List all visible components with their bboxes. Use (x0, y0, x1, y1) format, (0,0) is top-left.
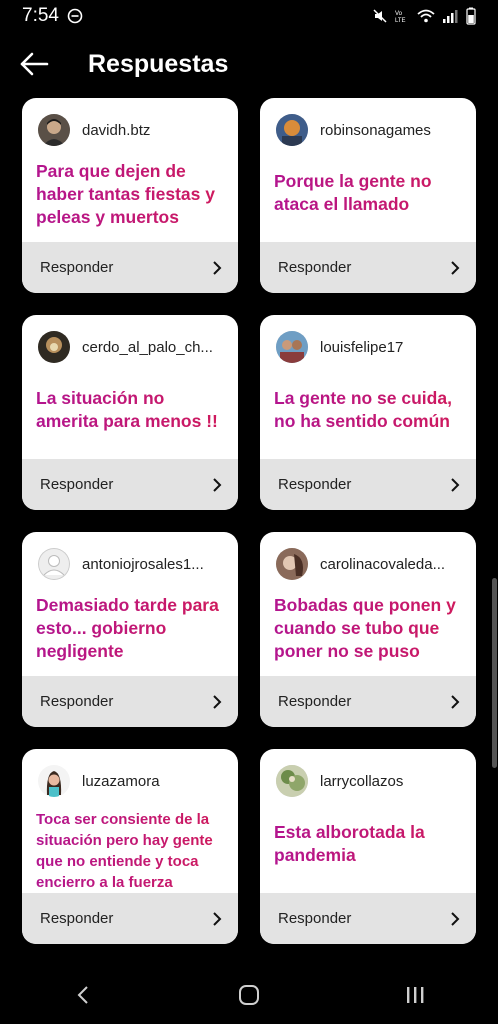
chevron-right-icon (213, 911, 222, 926)
avatar[interactable] (276, 331, 308, 363)
reply-label: Responder (278, 476, 352, 493)
battery-icon (466, 7, 476, 25)
volte-icon: Vo LTE (395, 11, 406, 24)
avatar[interactable] (38, 548, 70, 580)
page-title: Respuestas (88, 50, 229, 78)
response-card: antoniojrosales1... Demasiado tarde para… (22, 532, 238, 727)
reply-button[interactable]: Responder (260, 459, 476, 510)
response-text: La situación no amerita para menos !! (36, 387, 228, 433)
chevron-right-icon (213, 260, 222, 275)
mute-icon (373, 9, 387, 23)
system-nav-bar (0, 966, 498, 1024)
avatar[interactable] (276, 548, 308, 580)
chevron-right-icon (451, 694, 460, 709)
card-user[interactable]: carolinacovaleda... (276, 548, 445, 580)
avatar[interactable] (276, 114, 308, 146)
response-card: carolinacovaleda... Bobadas que ponen y … (260, 532, 476, 727)
reply-button[interactable]: Responder (260, 676, 476, 727)
arrow-left-icon (20, 52, 49, 76)
reply-label: Responder (40, 693, 114, 710)
chevron-right-icon (213, 477, 222, 492)
reply-label: Responder (40, 910, 114, 927)
reply-button[interactable]: Responder (260, 893, 476, 944)
chevron-right-icon (451, 911, 460, 926)
username: carolinacovaleda... (320, 555, 446, 573)
username: louisfelipe17 (320, 338, 404, 356)
response-text: Esta alborotada la pandemia (274, 821, 466, 867)
username: larrycollazos (320, 772, 404, 790)
nav-back-icon (77, 986, 88, 1004)
card-user[interactable]: cerdo_al_palo_ch... (38, 331, 213, 363)
username: antoniojrosales1... (82, 555, 204, 573)
response-text: La gente no se cuida, no ha sentido comú… (274, 387, 466, 433)
nav-home-icon (239, 985, 259, 1005)
username: davidh.btz (82, 121, 151, 139)
reply-button[interactable]: Responder (260, 242, 476, 293)
svg-text:LTE: LTE (395, 18, 406, 24)
do-not-disturb-icon (67, 8, 83, 24)
reply-button[interactable]: Responder (22, 242, 238, 293)
avatar[interactable] (38, 331, 70, 363)
reply-label: Responder (278, 910, 352, 927)
nav-back-button[interactable] (63, 975, 103, 1015)
username: cerdo_al_palo_ch... (82, 338, 213, 356)
response-card: luzazamora Toca ser consiente de la situ… (22, 749, 238, 944)
card-user[interactable]: luzazamora (38, 765, 160, 797)
reply-label: Responder (40, 259, 114, 276)
card-user[interactable]: larrycollazos (276, 765, 403, 797)
response-card: cerdo_al_palo_ch... La situación no amer… (22, 315, 238, 510)
card-user[interactable]: davidh.btz (38, 114, 150, 146)
response-card: robinsonagames Porque la gente no ataca … (260, 98, 476, 293)
reply-button[interactable]: Responder (22, 893, 238, 944)
nav-recents-icon (407, 987, 424, 1003)
card-user[interactable]: robinsonagames (276, 114, 431, 146)
avatar[interactable] (38, 114, 70, 146)
avatar[interactable] (276, 765, 308, 797)
status-time: 7:54 (22, 5, 59, 26)
nav-recents-button[interactable] (395, 975, 435, 1015)
reply-button[interactable]: Responder (22, 459, 238, 510)
reply-label: Responder (40, 476, 114, 493)
avatar[interactable] (38, 765, 70, 797)
wifi-icon (417, 9, 435, 23)
response-text: Toca ser consiente de la situación pero … (36, 809, 228, 893)
response-card: larrycollazos Esta alborotada la pandemi… (260, 749, 476, 944)
signal-icon (443, 10, 458, 23)
response-text: Porque la gente no ataca el llamado (274, 170, 466, 216)
card-user[interactable]: louisfelipe17 (276, 331, 403, 363)
status-icons: Vo LTE (372, 7, 476, 25)
status-bar: 7:54 Vo LTE (0, 0, 498, 32)
reply-label: Responder (278, 259, 352, 276)
card-user[interactable]: antoniojrosales1... (38, 548, 204, 580)
response-card: davidh.btz Para que dejen de haber tanta… (22, 98, 238, 293)
chevron-right-icon (451, 260, 460, 275)
reply-button[interactable]: Responder (22, 676, 238, 727)
nav-home-button[interactable] (229, 975, 269, 1015)
response-text: Demasiado tarde para esto... gobierno ne… (36, 594, 228, 663)
username: luzazamora (82, 772, 160, 790)
scrollbar[interactable] (492, 578, 497, 768)
response-text: Para que dejen de haber tantas fiestas y… (36, 160, 228, 229)
chevron-right-icon (451, 477, 460, 492)
chevron-right-icon (213, 694, 222, 709)
status-left: 7:54 (22, 5, 83, 27)
response-card: louisfelipe17 La gente no se cuida, no h… (260, 315, 476, 510)
back-button[interactable] (18, 50, 50, 78)
reply-label: Responder (278, 693, 352, 710)
username: robinsonagames (320, 121, 431, 139)
svg-text:Vo: Vo (395, 11, 403, 17)
header: Respuestas (0, 40, 498, 88)
responses-grid: davidh.btz Para que dejen de haber tanta… (22, 98, 476, 944)
response-text: Bobadas que ponen y cuando se tubo que p… (274, 594, 466, 663)
